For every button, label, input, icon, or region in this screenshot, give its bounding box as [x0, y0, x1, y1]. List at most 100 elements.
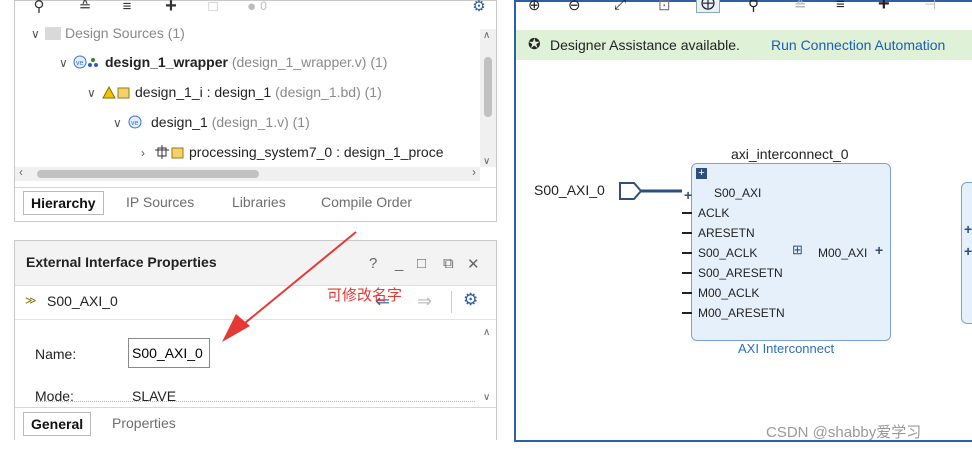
- expand-icon[interactable]: ≡: [836, 0, 845, 13]
- scroll-down-icon[interactable]: ∨: [483, 392, 490, 403]
- canvas-toolbar: ⊕ ⊖ ⤢ ⊡ ⨁ ⚲ ≙ ≡ + ⊣: [516, 0, 972, 22]
- bus-plus-icon: +: [964, 221, 972, 237]
- port-s00-axi[interactable]: S00_AXI: [714, 184, 761, 202]
- port-m00-aclk[interactable]: M00_ACLK: [698, 284, 759, 302]
- scroll-up-icon[interactable]: ∧: [483, 30, 490, 41]
- field-divider: [35, 401, 475, 402]
- tree-suffix: (1): [167, 25, 185, 41]
- tree-row-design-sources[interactable]: ∨ Design Sources (1): [31, 25, 185, 43]
- status-count: 0: [260, 0, 267, 13]
- search-icon[interactable]: ⚲: [27, 0, 51, 15]
- scroll-up-icon[interactable]: ∧: [483, 327, 490, 338]
- object-name: S00_AXI_0: [47, 293, 118, 309]
- block-instance-name: axi_interconnect_0: [731, 146, 849, 162]
- port-pin: [682, 292, 692, 294]
- block-type-label: AXI Interconnect: [738, 341, 835, 356]
- status-dot-icon: ● 0: [247, 0, 267, 15]
- designer-assistance-banner: ✪ Designer Assistance available. Run Con…: [516, 30, 972, 60]
- collapse-icon[interactable]: ≙: [794, 0, 807, 14]
- block-design-canvas[interactable]: ⊕ ⊖ ⤢ ⊡ ⨁ ⚲ ≙ ≡ + ⊣ ✪ Designer Assistanc…: [514, 0, 972, 442]
- add-icon[interactable]: +: [159, 0, 183, 17]
- connect-icon[interactable]: ⊣: [924, 0, 936, 13]
- next-block-partial[interactable]: + +: [961, 182, 972, 324]
- sources-hscrollbar[interactable]: ‹ ›: [15, 165, 480, 181]
- port-pin: [682, 212, 692, 214]
- tree-row-wrapper[interactable]: ∨ ve design_1_wrapper (design_1_wrapper.v)…: [59, 52, 387, 72]
- restore-icon[interactable]: ⧉: [443, 255, 454, 272]
- tree-label: design_1_wrapper: [105, 54, 228, 70]
- tree-suffix: (design_1_wrapper.v) (1): [231, 54, 388, 70]
- tab-properties[interactable]: Properties: [105, 412, 183, 434]
- tree-row-design-1[interactable]: ∨ ve design_1 (design_1.v) (1): [113, 112, 310, 132]
- port-aclk[interactable]: ACLK: [698, 204, 729, 222]
- tab-compile-order[interactable]: Compile Order: [314, 191, 419, 213]
- tree-row-processing-system[interactable]: › processing_system7_0 : design_1_proce: [141, 142, 481, 162]
- bus-plus-icon: +: [964, 243, 972, 259]
- interface-port-icon: ≫: [25, 295, 37, 307]
- scroll-left-icon[interactable]: ‹: [19, 165, 23, 179]
- svg-text:ve: ve: [131, 120, 139, 127]
- search-icon[interactable]: ⚲: [748, 0, 759, 14]
- external-port-label: S00_AXI_0: [534, 182, 605, 198]
- sources-vscrollbar[interactable]: ∧ ∨: [480, 29, 496, 167]
- zoom-out-icon[interactable]: ⊖: [568, 0, 581, 14]
- tab-ip-sources[interactable]: IP Sources: [119, 191, 201, 213]
- external-port-symbol[interactable]: [616, 180, 692, 202]
- minimize-icon[interactable]: _: [395, 255, 403, 272]
- port-m00-aresetn[interactable]: M00_ARESETN: [698, 304, 785, 322]
- pin-icon: ✪: [528, 36, 541, 53]
- tree-label: processing_system7_0 : design_1_proce: [189, 144, 444, 160]
- maximize-icon[interactable]: □: [417, 255, 426, 272]
- name-field[interactable]: [128, 338, 210, 368]
- port-s00-aresetn[interactable]: S00_ARESETN: [698, 264, 783, 282]
- tab-hierarchy[interactable]: Hierarchy: [23, 191, 104, 215]
- auto-fit-icon[interactable]: ⨁: [696, 0, 720, 13]
- add-ip-icon[interactable]: +: [878, 0, 890, 16]
- zoom-fit-icon[interactable]: ⤢: [614, 0, 626, 13]
- close-icon[interactable]: ✕: [467, 255, 480, 273]
- tab-general[interactable]: General: [23, 412, 92, 436]
- sources-panel: ⚲ ≙ ≡ + □ ● 0 ⚙ ∨ Design Sources (1) ∨ ve d…: [14, 0, 497, 222]
- tab-libraries[interactable]: Libraries: [225, 191, 293, 213]
- tree-row-design-1-i[interactable]: ∨ design_1_i : design_1 (design_1.bd) (1): [87, 82, 382, 102]
- tree-suffix: (design_1.bd) (1): [275, 84, 382, 100]
- zoom-in-icon[interactable]: ⊕: [528, 0, 541, 14]
- port-pin: [682, 272, 692, 274]
- fit-selection-icon[interactable]: ⊡: [658, 0, 671, 14]
- port-pin: [682, 232, 692, 234]
- tree-label: Design Sources: [65, 25, 164, 41]
- props-tabbar: General Properties: [15, 407, 496, 440]
- collapse-all-icon[interactable]: ≙: [73, 0, 97, 15]
- annotation-text: 可修改名字: [327, 287, 403, 304]
- run-connection-automation-link[interactable]: Run Connection Automation: [771, 30, 945, 60]
- port-aresetn[interactable]: ARESETN: [698, 224, 755, 242]
- block-design-icon: [101, 84, 131, 99]
- gear-icon[interactable]: ⚙: [467, 0, 491, 15]
- hscroll-thumb[interactable]: [37, 170, 259, 178]
- scroll-down-icon[interactable]: ∨: [483, 156, 490, 167]
- name-label: Name:: [35, 346, 77, 362]
- unknown-icon[interactable]: □: [201, 0, 225, 15]
- bus-plus-icon: +: [875, 242, 884, 258]
- forward-icon[interactable]: ⇒: [417, 291, 432, 312]
- axi-interconnect-block[interactable]: + + S00_AXI ACLK ARESETN S00_ACLK S00_AR…: [682, 163, 891, 341]
- bus-plus-icon: +: [684, 187, 693, 203]
- folder-icon: [45, 27, 61, 40]
- verilog-top-icon: ve: [73, 54, 101, 69]
- sources-tabbar: Hierarchy IP Sources Libraries Compile O…: [15, 187, 496, 216]
- tree-label: design_1: [151, 114, 208, 130]
- port-m00-axi[interactable]: M00_AXI: [818, 244, 867, 262]
- banner-text: Designer Assistance available.: [550, 37, 740, 53]
- vscroll-thumb[interactable]: [484, 57, 492, 117]
- props-vscrollbar[interactable]: ∧ ∨: [480, 325, 496, 403]
- scroll-right-icon[interactable]: ›: [472, 165, 476, 179]
- divider: [451, 291, 452, 313]
- expand-all-icon[interactable]: ≡: [115, 0, 139, 15]
- port-pin: [682, 312, 692, 314]
- port-pin: [682, 252, 692, 254]
- expand-block-icon[interactable]: +: [696, 168, 707, 179]
- port-s00-aclk[interactable]: S00_ACLK: [698, 244, 757, 262]
- gear-icon[interactable]: ⚙: [463, 290, 478, 310]
- tree-label: design_1_i : design_1: [135, 84, 272, 100]
- help-icon[interactable]: ?: [369, 255, 377, 272]
